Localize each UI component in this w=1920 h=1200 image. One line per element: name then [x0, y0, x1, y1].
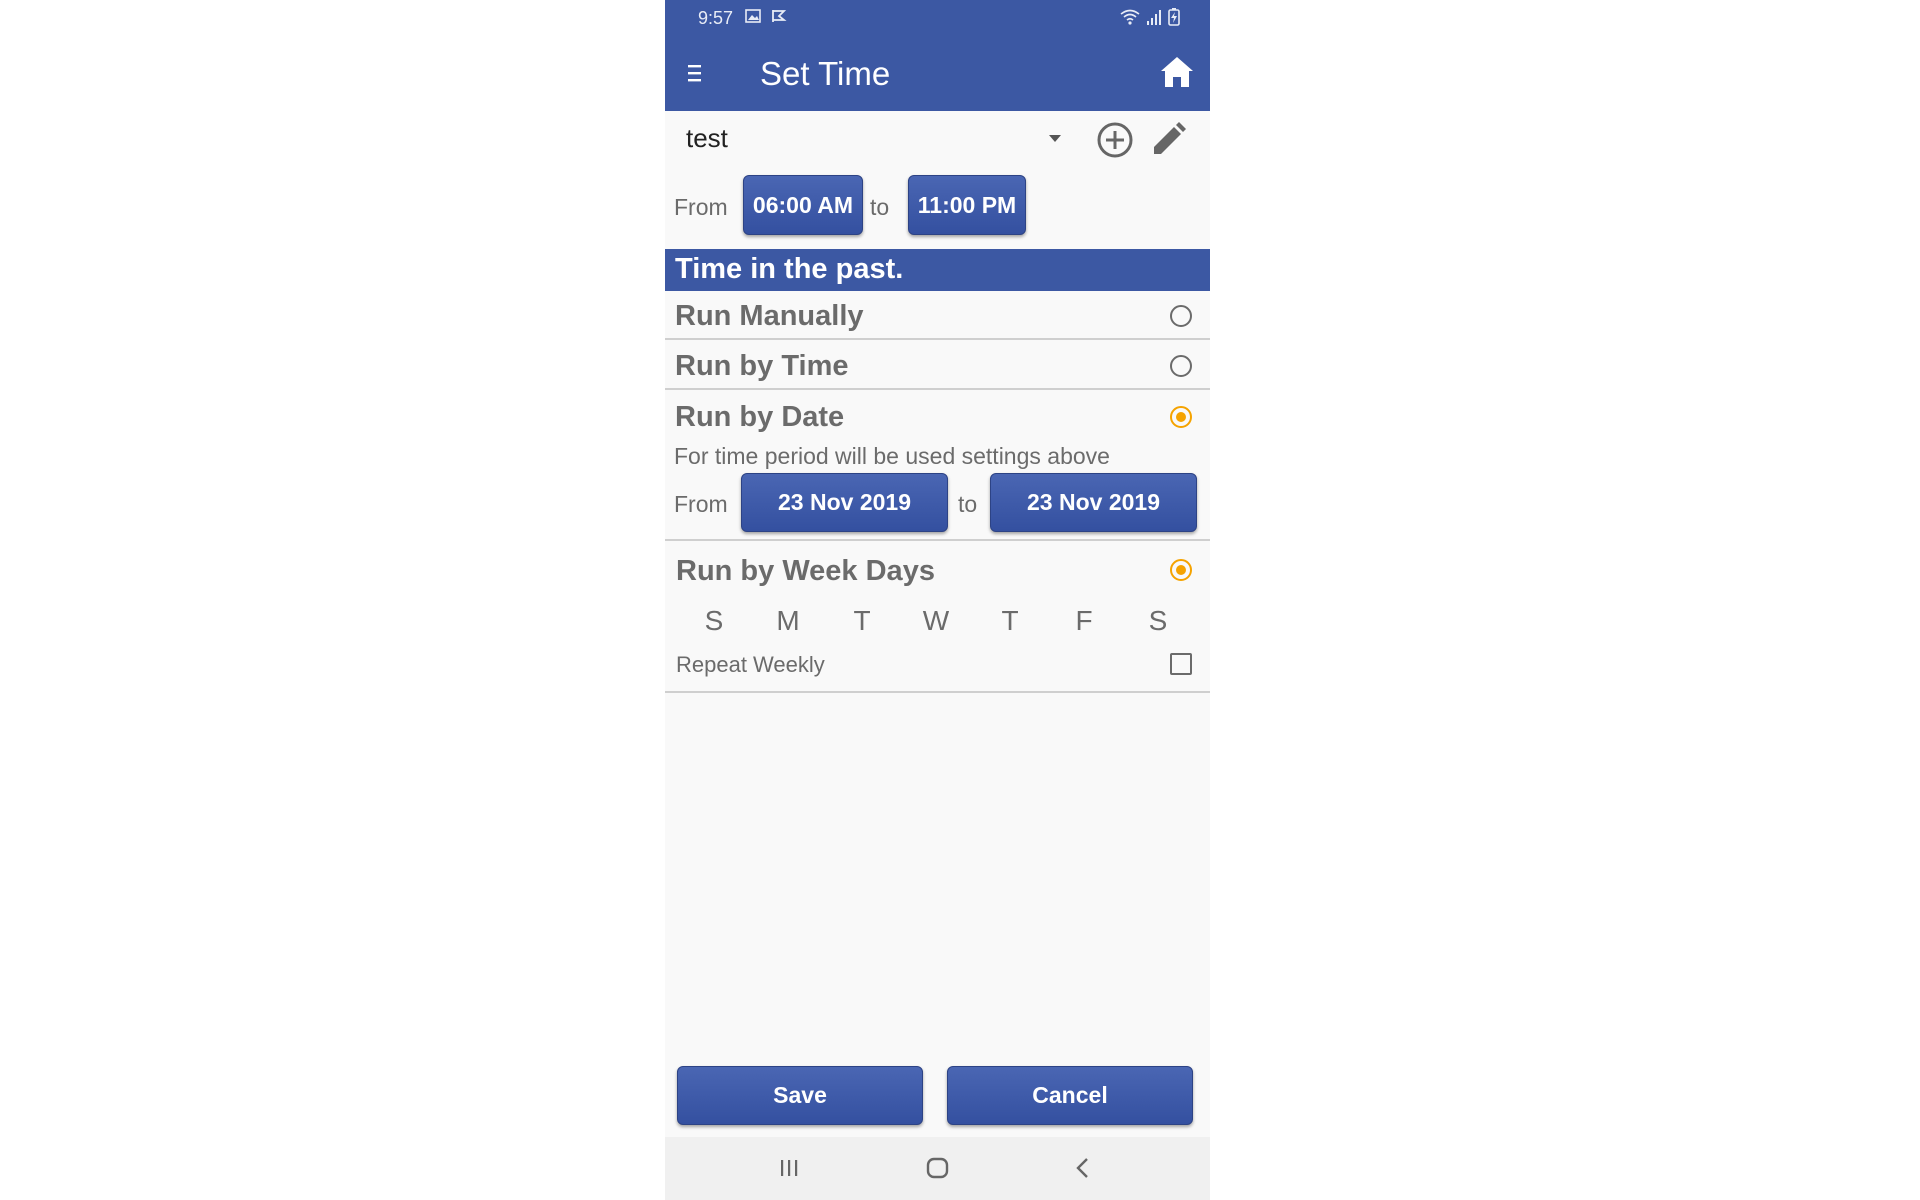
- repeat-weekly-label: Repeat Weekly: [676, 652, 825, 677]
- run-by-date-note: For time period will be used settings ab…: [674, 443, 1110, 469]
- time-to-label: to: [870, 194, 890, 220]
- app-bar: Set Time: [665, 38, 1210, 111]
- weekday-thursday[interactable]: T: [990, 605, 1030, 637]
- add-circle-icon[interactable]: [1095, 120, 1135, 160]
- back-icon[interactable]: [1075, 1157, 1091, 1179]
- signal-icon: [1147, 10, 1161, 25]
- system-navigation-bar: [665, 1137, 1210, 1200]
- profile-selector-row: test: [665, 111, 1210, 171]
- option-label: Run by Week Days: [676, 555, 935, 587]
- menu-icon[interactable]: [687, 62, 703, 84]
- edit-pencil-icon[interactable]: [1148, 120, 1188, 160]
- option-run-manually[interactable]: Run Manually: [665, 291, 1210, 340]
- option-label: Run by Time: [675, 350, 849, 382]
- section-header: Time in the past.: [665, 249, 1210, 291]
- section-header-text: Time in the past.: [675, 253, 904, 285]
- date-from-label: From: [674, 491, 728, 517]
- run-by-time-radio[interactable]: [1170, 355, 1192, 377]
- option-run-by-date[interactable]: Run by Date For time period will be used…: [665, 390, 1210, 541]
- phone-screen: 9:57 Set Time test From 06:00 AM to 11:0…: [665, 0, 1210, 1200]
- status-time: 9:57: [698, 8, 734, 28]
- time-from-label: From: [674, 194, 728, 220]
- status-notification-icons: [745, 8, 787, 24]
- home-button-icon[interactable]: [926, 1157, 950, 1179]
- weekday-friday[interactable]: F: [1064, 605, 1104, 637]
- time-to-button[interactable]: 11:00 PM: [908, 175, 1026, 235]
- date-from-button[interactable]: 23 Nov 2019: [741, 473, 948, 532]
- run-by-week-days-radio[interactable]: [1170, 559, 1192, 581]
- option-run-by-time[interactable]: Run by Time: [665, 340, 1210, 390]
- time-from-button[interactable]: 06:00 AM: [743, 175, 863, 235]
- wifi-icon: [1120, 9, 1140, 25]
- battery-charging-icon: [1168, 8, 1180, 26]
- weekday-wednesday[interactable]: W: [916, 605, 956, 637]
- save-button[interactable]: Save: [677, 1066, 923, 1125]
- status-system-icons: [1120, 8, 1180, 26]
- run-manually-radio[interactable]: [1170, 305, 1192, 327]
- profile-dropdown[interactable]: test: [686, 123, 728, 154]
- weekday-sunday[interactable]: S: [694, 605, 734, 637]
- recent-apps-icon[interactable]: [778, 1157, 800, 1179]
- gallery-icon: [745, 9, 761, 23]
- status-bar: 9:57: [665, 0, 1210, 38]
- weekday-saturday[interactable]: S: [1138, 605, 1178, 637]
- run-by-date-radio[interactable]: [1170, 406, 1192, 428]
- date-to-button[interactable]: 23 Nov 2019: [990, 473, 1197, 532]
- option-label: Run Manually: [675, 300, 864, 332]
- weekday-selector: S M T W T F S: [665, 605, 1210, 641]
- weekday-tuesday[interactable]: T: [842, 605, 882, 637]
- weekday-monday[interactable]: M: [768, 605, 808, 637]
- chevron-down-icon[interactable]: [1048, 133, 1062, 143]
- home-icon[interactable]: [1159, 55, 1195, 89]
- play-flag-icon: [772, 10, 787, 22]
- cancel-button[interactable]: Cancel: [947, 1066, 1193, 1125]
- repeat-weekly-checkbox[interactable]: [1170, 653, 1192, 675]
- option-label: Run by Date: [675, 401, 845, 433]
- date-to-label: to: [958, 491, 978, 517]
- page-title: Set Time: [760, 55, 891, 92]
